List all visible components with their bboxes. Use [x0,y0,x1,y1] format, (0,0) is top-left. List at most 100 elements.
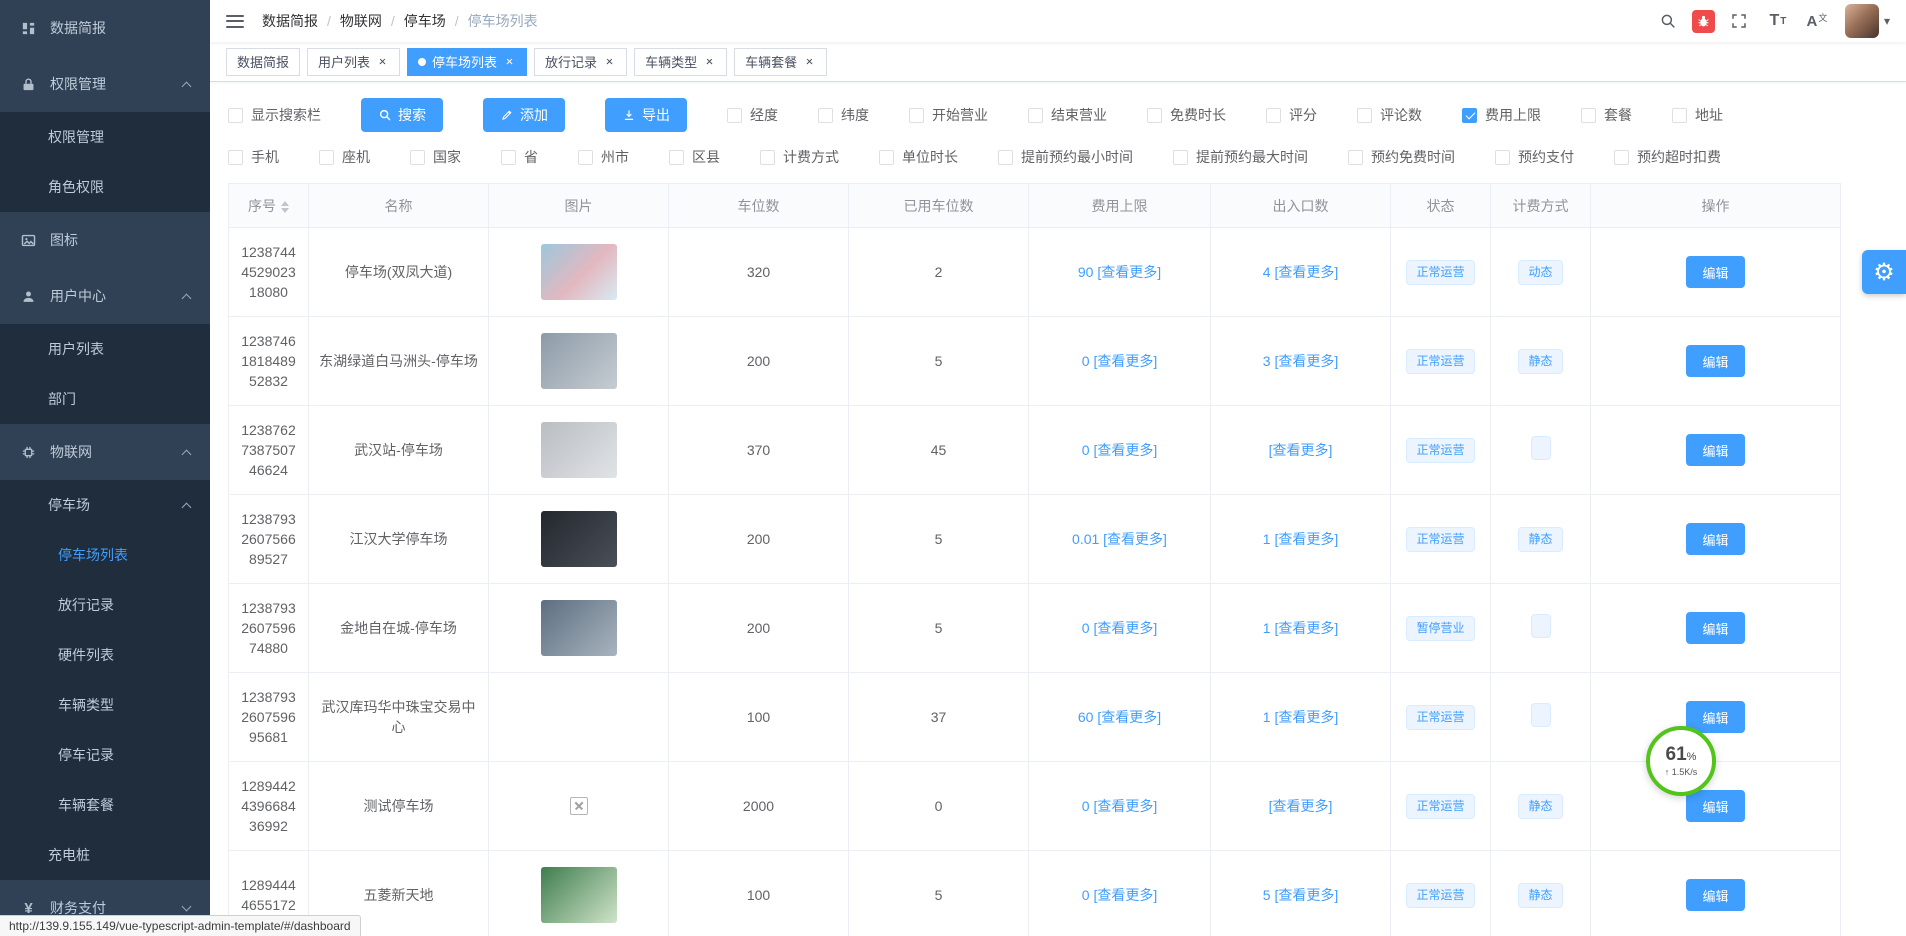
sort-desc-icon[interactable] [281,208,289,213]
edit-button[interactable]: 编辑 [1686,790,1744,822]
tab[interactable]: 用户列表 [307,48,400,76]
column-filter-checkbox[interactable]: 座机 [319,147,370,167]
edit-button[interactable]: 编辑 [1686,434,1744,466]
network-speed-widget[interactable]: 61% ↑ 1.5K/s [1646,726,1716,796]
sidebar-item-parking-records[interactable]: 停车记录 [0,730,210,780]
error-log-button[interactable] [1692,10,1715,33]
column-filter-checkbox[interactable]: 计费方式 [760,147,839,167]
edit-button[interactable]: 编辑 [1686,345,1744,377]
fee-limit-more-link[interactable]: 0 [查看更多] [1082,887,1157,903]
sort-icons[interactable] [281,201,289,213]
fee-limit-more-link[interactable]: 0 [查看更多] [1082,442,1157,458]
row-thumbnail[interactable] [541,511,617,567]
column-filter-checkbox[interactable]: 套餐 [1581,105,1632,125]
close-icon[interactable] [703,55,716,68]
sidebar-item-parking-list[interactable]: 停车场列表 [0,530,210,580]
fee-limit-more-link[interactable]: 90 [查看更多] [1078,264,1161,280]
close-icon[interactable] [503,55,516,68]
sidebar-item-vehicle-types[interactable]: 车辆类型 [0,680,210,730]
column-filter-checkbox[interactable]: 预约支付 [1495,147,1574,167]
column-filter-checkbox[interactable]: 费用上限 [1462,105,1541,125]
edit-button[interactable]: 编辑 [1686,256,1744,288]
column-filter-checkbox[interactable]: 提前预约最小时间 [998,147,1133,167]
gates-more-link[interactable]: 1 [查看更多] [1263,531,1338,547]
header-search-button[interactable] [1653,4,1683,38]
column-filter-checkbox[interactable]: 预约免费时间 [1348,147,1455,167]
column-filter-checkbox[interactable]: 区县 [669,147,720,167]
search-button[interactable]: 搜索 [361,98,443,132]
language-button[interactable]: A 文 [1802,4,1832,38]
breadcrumb-item[interactable]: 停车场 [404,11,446,31]
add-button[interactable]: 添加 [483,98,565,132]
sidebar-group-user-center[interactable]: 用户中心 [0,268,210,324]
row-thumbnail[interactable] [541,600,617,656]
gates-more-link[interactable]: [查看更多] [1269,798,1333,814]
sidebar-item-pass-records[interactable]: 放行记录 [0,580,210,630]
fee-limit-more-link[interactable]: 0 [查看更多] [1082,798,1157,814]
export-button[interactable]: 导出 [605,98,687,132]
sidebar-group-iot[interactable]: 物联网 [0,424,210,480]
row-thumbnail[interactable] [570,797,588,815]
gates-more-link[interactable]: 5 [查看更多] [1263,887,1338,903]
hamburger-menu-button[interactable] [226,15,244,28]
column-filter-checkbox[interactable]: 纬度 [818,105,869,125]
edit-button[interactable]: 编辑 [1686,879,1744,911]
settings-fab[interactable]: ⚙ [1862,250,1906,294]
fullscreen-button[interactable] [1724,4,1754,38]
tab[interactable]: 停车场列表 [407,48,527,76]
fee-limit-more-link[interactable]: 0.01 [查看更多] [1072,531,1167,547]
user-avatar-menu[interactable]: ▾ [1845,4,1890,38]
breadcrumb-item[interactable]: 物联网 [340,11,382,31]
gates-more-link[interactable]: 1 [查看更多] [1263,709,1338,725]
row-thumbnail[interactable] [541,422,617,478]
edit-button[interactable]: 编辑 [1686,612,1744,644]
sidebar-item-vehicle-packages[interactable]: 车辆套餐 [0,780,210,830]
column-filter-checkbox[interactable]: 地址 [1672,105,1723,125]
column-filter-checkbox[interactable]: 经度 [727,105,778,125]
gates-more-link[interactable]: 4 [查看更多] [1263,264,1338,280]
breadcrumb-item[interactable]: 数据简报 [262,11,318,31]
close-icon[interactable] [803,55,816,68]
fee-limit-more-link[interactable]: 0 [查看更多] [1082,353,1157,369]
sidebar-item-data-brief[interactable]: 数据简报 [0,0,210,56]
sidebar-item-charging-pile[interactable]: 充电桩 [0,830,210,880]
column-filter-checkbox[interactable]: 省 [501,147,538,167]
col-header-id[interactable]: 序号 [229,184,309,228]
fee-limit-more-link[interactable]: 0 [查看更多] [1082,620,1157,636]
sidebar-item-icons[interactable]: 图标 [0,212,210,268]
sidebar-item-permission-management[interactable]: 权限管理 [0,112,210,162]
sidebar-item-role-permissions[interactable]: 角色权限 [0,162,210,212]
gates-more-link[interactable]: 3 [查看更多] [1263,353,1338,369]
sidebar-group-permissions[interactable]: 权限管理 [0,56,210,112]
sort-asc-icon[interactable] [281,201,289,206]
gates-more-link[interactable]: [查看更多] [1269,442,1333,458]
column-filter-checkbox[interactable]: 免费时长 [1147,105,1226,125]
close-icon[interactable] [376,55,389,68]
fee-limit-more-link[interactable]: 60 [查看更多] [1078,709,1161,725]
column-filter-checkbox[interactable]: 评论数 [1357,105,1422,125]
column-filter-checkbox[interactable]: 手机 [228,147,279,167]
gates-more-link[interactable]: 1 [查看更多] [1263,620,1338,636]
tab[interactable]: 数据简报 [226,48,300,76]
column-filter-checkbox[interactable]: 国家 [410,147,461,167]
edit-button[interactable]: 编辑 [1686,523,1744,555]
row-thumbnail[interactable] [541,244,617,300]
tab[interactable]: 车辆套餐 [734,48,827,76]
tab[interactable]: 放行记录 [534,48,627,76]
sidebar-item-department[interactable]: 部门 [0,374,210,424]
sidebar-item-user-list[interactable]: 用户列表 [0,324,210,374]
column-filter-checkbox[interactable]: 预约超时扣费 [1614,147,1721,167]
column-filter-checkbox[interactable]: 开始营业 [909,105,988,125]
column-filter-checkbox[interactable]: 结束营业 [1028,105,1107,125]
sidebar-group-parking[interactable]: 停车场 [0,480,210,530]
breadcrumb-item[interactable]: 停车场列表 [468,11,538,31]
close-icon[interactable] [603,55,616,68]
sidebar-item-hardware-list[interactable]: 硬件列表 [0,630,210,680]
column-filter-checkbox[interactable]: 评分 [1266,105,1317,125]
column-filter-checkbox[interactable]: 提前预约最大时间 [1173,147,1308,167]
tab[interactable]: 车辆类型 [634,48,727,76]
column-filter-checkbox[interactable]: 单位时长 [879,147,958,167]
font-size-button[interactable]: T T [1763,4,1793,38]
row-thumbnail[interactable] [541,333,617,389]
show-search-checkbox[interactable]: 显示搜索栏 [228,105,321,125]
